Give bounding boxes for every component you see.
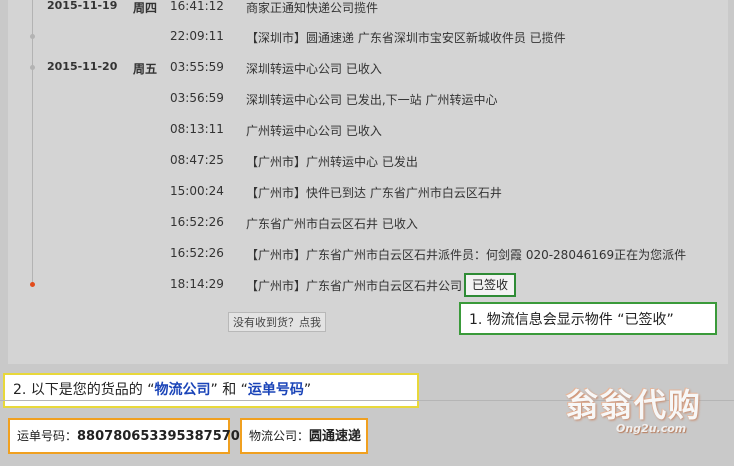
- event-text: 广州转运中心公司 已收入: [246, 124, 382, 138]
- callout-signed: 1. 物流信息会显示物件 “已签收”: [459, 302, 717, 335]
- event-time: 15:00:24: [170, 184, 224, 198]
- company-label: 物流公司：: [249, 429, 310, 443]
- event-date: 2015-11-20: [47, 60, 118, 73]
- timeline-dot-icon: [30, 65, 35, 70]
- tracking-event-row: 22:09:11 【深圳市】圆通速递 广东省深圳市宝安区新城收件员 已揽件: [0, 26, 734, 46]
- company-value: 圆通速递: [309, 429, 362, 444]
- event-text: 【广州市】广东省广州市白云区石井派件员：何剑霞 020-28046169正在为您…: [246, 248, 687, 262]
- event-time: 16:52:26: [170, 215, 224, 229]
- signed-badge: 已签收: [464, 273, 517, 297]
- callout-shipment-info: 2. 以下是您的货品的 “物流公司” 和 “运单号码”: [3, 373, 419, 408]
- event-time: 16:41:12: [170, 0, 224, 13]
- event-text: 【深圳市】圆通速递 广东省深圳市宝安区新城收件员 已揽件: [246, 31, 566, 45]
- event-text: 深圳转运中心公司 已收入: [246, 62, 382, 76]
- tracking-event-row: 03:56:59 深圳转运中心公司 已发出,下一站 广州转运中心: [0, 88, 734, 108]
- timeline-dot-icon: [30, 282, 35, 287]
- event-time: 03:56:59: [170, 91, 224, 105]
- waybill-label: 运单号码：: [17, 429, 78, 443]
- event-text: 商家正通知快递公司揽件: [246, 1, 379, 15]
- event-text: 【广州市】广东省广州市白云区石井公司: [246, 279, 463, 293]
- brand-logo-text: 翁翁代购: [566, 386, 703, 424]
- tracking-event-row: 16:52:26 广东省广州市白云区石井 已收入: [0, 212, 734, 232]
- not-received-button[interactable]: 没有收到货？点我: [228, 312, 326, 332]
- event-text: 【广州市】广州转运中心 已发出: [246, 155, 418, 169]
- tracking-event-row: 08:13:11 广州转运中心公司 已收入: [0, 119, 734, 139]
- event-date: 2015-11-19: [47, 0, 118, 12]
- tracking-event-row: 18:14:29 【广州市】广东省广州市白云区石井公司: [0, 274, 734, 294]
- callout-company-highlight: 物流公司: [154, 382, 211, 398]
- tracking-event-row: 2015-11-20 周五 03:55:59 深圳转运中心公司 已收入: [0, 57, 734, 77]
- tracking-event-row: 08:47:25 【广州市】广州转运中心 已发出: [0, 150, 734, 170]
- waybill-box: 运单号码：880780653395387570: [8, 418, 240, 454]
- event-weekday: 周四: [133, 1, 158, 15]
- tracking-event-row: 16:52:26 【广州市】广东省广州市白云区石井派件员：何剑霞 020-2804…: [0, 243, 734, 263]
- event-text: 广东省广州市白云区石井 已收入: [246, 217, 418, 231]
- event-time: 22:09:11: [170, 29, 224, 43]
- callout-text-prefix: 2. 以下是您的货品的 “: [13, 382, 155, 398]
- event-text: 【广州市】快件已到达 广东省广州市白云区石井: [246, 186, 502, 200]
- event-time: 16:52:26: [170, 246, 224, 260]
- event-time: 08:47:25: [170, 153, 224, 167]
- brand-logo: 翁翁代购 Ong2u.com: [564, 380, 729, 440]
- waybill-value: 880780653395387570: [77, 429, 240, 444]
- callout-number-highlight: 运单号码: [247, 382, 304, 398]
- callout-text-suffix: ”: [303, 382, 312, 398]
- company-box: 物流公司：圆通速递: [240, 418, 368, 454]
- event-weekday: 周五: [133, 62, 158, 76]
- brand-logo-sub: Ong2u.com: [616, 422, 687, 435]
- event-text: 深圳转运中心公司 已发出,下一站 广州转运中心: [246, 93, 498, 107]
- timeline-dot-icon: [30, 34, 35, 39]
- tracking-event-row: 2015-11-19 周四 16:41:12 商家正通知快递公司揽件: [0, 0, 734, 16]
- event-time: 08:13:11: [170, 122, 224, 136]
- event-time: 18:14:29: [170, 277, 224, 291]
- callout-text-mid: ” 和 “: [210, 382, 248, 398]
- tracking-event-row: 15:00:24 【广州市】快件已到达 广东省广州市白云区石井: [0, 181, 734, 201]
- event-time: 03:55:59: [170, 60, 224, 74]
